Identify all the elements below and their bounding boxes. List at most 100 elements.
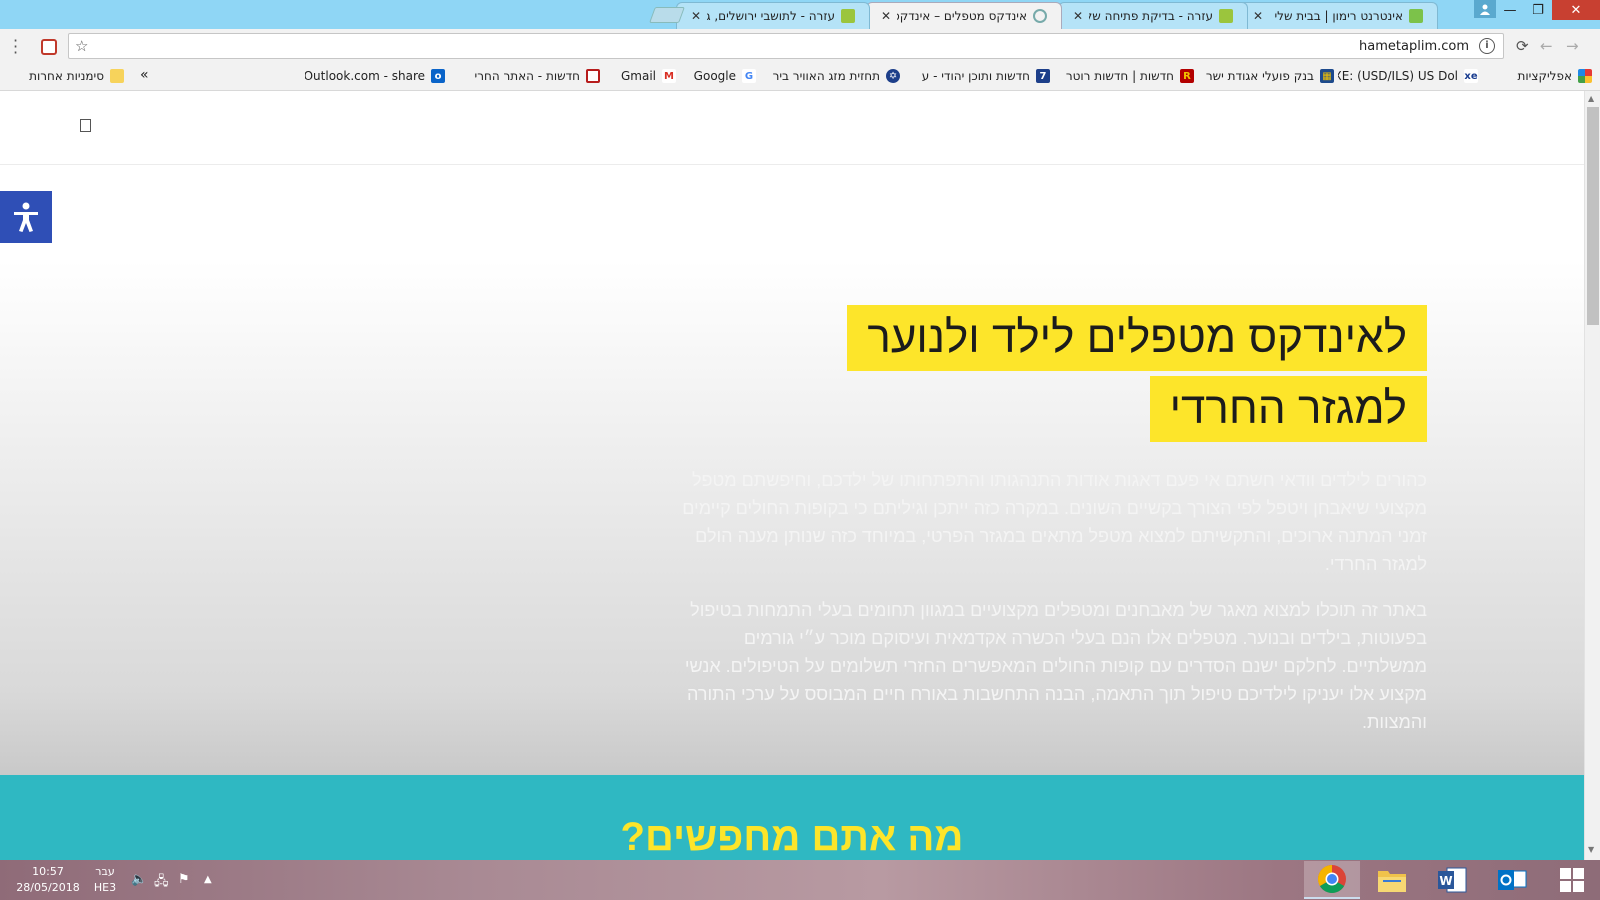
scroll-thumb[interactable] [1587,107,1599,325]
site-info-icon[interactable]: i [1479,38,1495,54]
language-name: עבר [95,865,115,878]
windows-logo-icon [1560,868,1584,892]
browser-toolbar: ☆ hametaplim.com i [0,29,1600,64]
bookmark-outlook[interactable]: o Outlook.com - share [305,69,445,83]
clock-date: 28/05/2018 [16,881,80,894]
forward-arrow-icon[interactable]: → [1566,37,1579,55]
bookmark-label: תחזית מזג האוויר ביר [772,69,880,83]
close-tab-icon[interactable]: ✕ [691,9,701,23]
tab-help-jerusalem[interactable]: עזרה - לתושבי ירושלים, ג ✕ [676,2,870,29]
restore-icon[interactable]: ❐ [1524,0,1552,20]
headline-line-2: למגזר החרדי [1149,376,1427,442]
bookmark-label: חדשות | חדשות רוטר [1065,69,1174,83]
gmail-icon: M [662,69,676,83]
word-icon: W [1438,867,1467,893]
other-bookmarks[interactable]: סימניות אחרות [12,69,124,83]
intro-paragraph: כהורים לילדים וודאי חשתם אי פעם דאגות או… [682,470,1427,574]
bookmark-label: אפליקציות [1517,69,1573,83]
bookmark-label: סימניות אחרות [29,69,104,83]
section-title: מה אתם מחפשים? [620,815,964,859]
folder-icon [110,69,124,83]
accessibility-icon [14,202,38,232]
bookmark-label: Outlook.com - share [305,69,425,83]
close-tab-icon[interactable]: ✕ [881,9,891,23]
system-clock[interactable]: 10:57 28/05/2018 [12,864,84,896]
bookmarks-overflow-icon[interactable]: » [140,67,149,83]
reload-icon[interactable]: ⟳ [1516,37,1529,55]
about-paragraph: באתר זה תוכלו למצוא מאגר של מאבחנים ומטפ… [684,600,1427,732]
bookmark-label: חדשות - האתר החרי [474,69,580,83]
tab-help-check[interactable]: עזרה - בדיקת פתיחה של ✕ [1058,2,1248,29]
taskbar-chrome[interactable] [1304,861,1360,899]
bookmark-xe[interactable]: xe XE: (USD/ILS) US Dol [1338,69,1478,83]
news-site-icon [586,69,600,83]
show-hidden-icons-icon[interactable]: ▲ [204,874,212,885]
tab-rimon[interactable]: אינטרנט רימון | בבית שלי ✕ [1238,2,1438,29]
keyboard-layout: HE3 [93,881,117,894]
apps-grid-icon [1578,69,1592,83]
taskbar-outlook[interactable] [1484,861,1540,899]
clock-time: 10:57 [32,865,64,878]
tab-title: אינטרנט רימון | בבית שלי [1274,9,1403,23]
tab-strip: אינטרנט רימון | בבית שלי ✕ עזרה - בדיקת … [0,0,1600,29]
user-profile-icon[interactable] [1474,0,1496,18]
address-bar[interactable]: ☆ hametaplim.com i [68,33,1504,59]
bookmark-jewish-news[interactable]: 7 חדשות ותוכן יהודי - ע [906,69,1050,83]
channel7-icon: 7 [1036,69,1050,83]
bookmark-label: Gmail [620,69,656,83]
close-tab-icon[interactable]: ✕ [1253,9,1263,23]
scroll-down-icon[interactable]: ▼ [1588,845,1594,854]
bookmark-poalei[interactable]: ▦ בנק פועלי אגודת ישר [1200,69,1334,83]
minimize-icon[interactable]: — [1496,0,1524,20]
outlook-icon: o [431,69,445,83]
tab-title: עזרה - לתושבי ירושלים, ג [707,9,835,23]
start-button[interactable] [1544,861,1600,899]
back-arrow-icon[interactable]: ← [1540,37,1553,55]
bookmark-weather[interactable]: ✡ תחזית מזג האוויר ביר [758,69,900,83]
bookmark-gmail[interactable]: M Gmail [604,69,676,83]
volume-icon[interactable]: 🔈 [131,872,147,887]
rimon-favicon-icon [1409,9,1423,23]
bookmark-rotter[interactable]: R חדשות | חדשות רוטר [1054,69,1194,83]
scroll-up-icon[interactable]: ▲ [1588,94,1594,103]
new-tab-button[interactable] [649,7,685,23]
bookmark-label: בנק פועלי אגודת ישר [1205,69,1314,83]
folder-icon [1378,871,1406,892]
bookmarks-bar: אפליקציות xe XE: (USD/ILS) US Dol ▦ בנק … [0,64,1600,91]
language-indicator[interactable]: עבר HE3 [88,864,122,896]
window-close-icon[interactable]: ✕ [1552,0,1600,20]
bookmark-apps[interactable]: אפליקציות [1482,69,1592,83]
tab-hametaplim[interactable]: אינדקס מטפלים – אינדקס ✕ [866,2,1062,29]
network-icon[interactable]: 🖧 [154,872,169,894]
vertical-scrollbar[interactable]: ▲ ▼ [1584,91,1600,860]
help-favicon-icon [1219,9,1233,23]
bookmark-google[interactable]: G Google [676,69,756,83]
page-viewport: לאינדקס מטפלים לילד ולנוער למגזר החרדי כ… [0,91,1584,860]
search-section: מה אתם מחפשים? [0,775,1584,860]
action-center-flag-icon[interactable]: ⚑ [178,872,190,887]
bookmark-label: Google [693,69,736,83]
taskbar-word[interactable]: W [1424,861,1480,899]
page-loading-icon [1033,9,1047,23]
browser-menu-icon[interactable]: · · · [13,33,18,61]
tab-title: עזרה - בדיקת פתיחה של [1089,9,1213,23]
menu-icon[interactable] [80,119,91,132]
svg-text:W: W [1439,874,1452,888]
chrome-icon [1318,865,1346,893]
tab-title: אינדקס מטפלים – אינדקס [897,9,1027,23]
help-favicon-icon [841,9,855,23]
headline-line-1: לאינדקס מטפלים לילד ולנוער [847,305,1427,371]
taskbar-file-explorer[interactable] [1364,861,1420,899]
bookmark-star-icon[interactable]: ☆ [75,37,88,55]
pocket-extension-icon[interactable] [41,39,57,55]
bookmark-label: XE: (USD/ILS) US Dol [1338,69,1458,83]
url-text[interactable]: hametaplim.com [1359,39,1469,54]
site-header [0,91,1584,165]
bookmark-haredi-news[interactable]: חדשות - האתר החרי [460,69,600,83]
close-tab-icon[interactable]: ✕ [1073,9,1083,23]
outlook-icon [1498,870,1527,890]
hero-headline: לאינדקס מטפלים לילד ולנוער למגזר החרדי [847,305,1427,447]
rotter-icon: R [1180,69,1194,83]
xe-icon: xe [1464,69,1478,83]
accessibility-button[interactable] [0,191,52,243]
